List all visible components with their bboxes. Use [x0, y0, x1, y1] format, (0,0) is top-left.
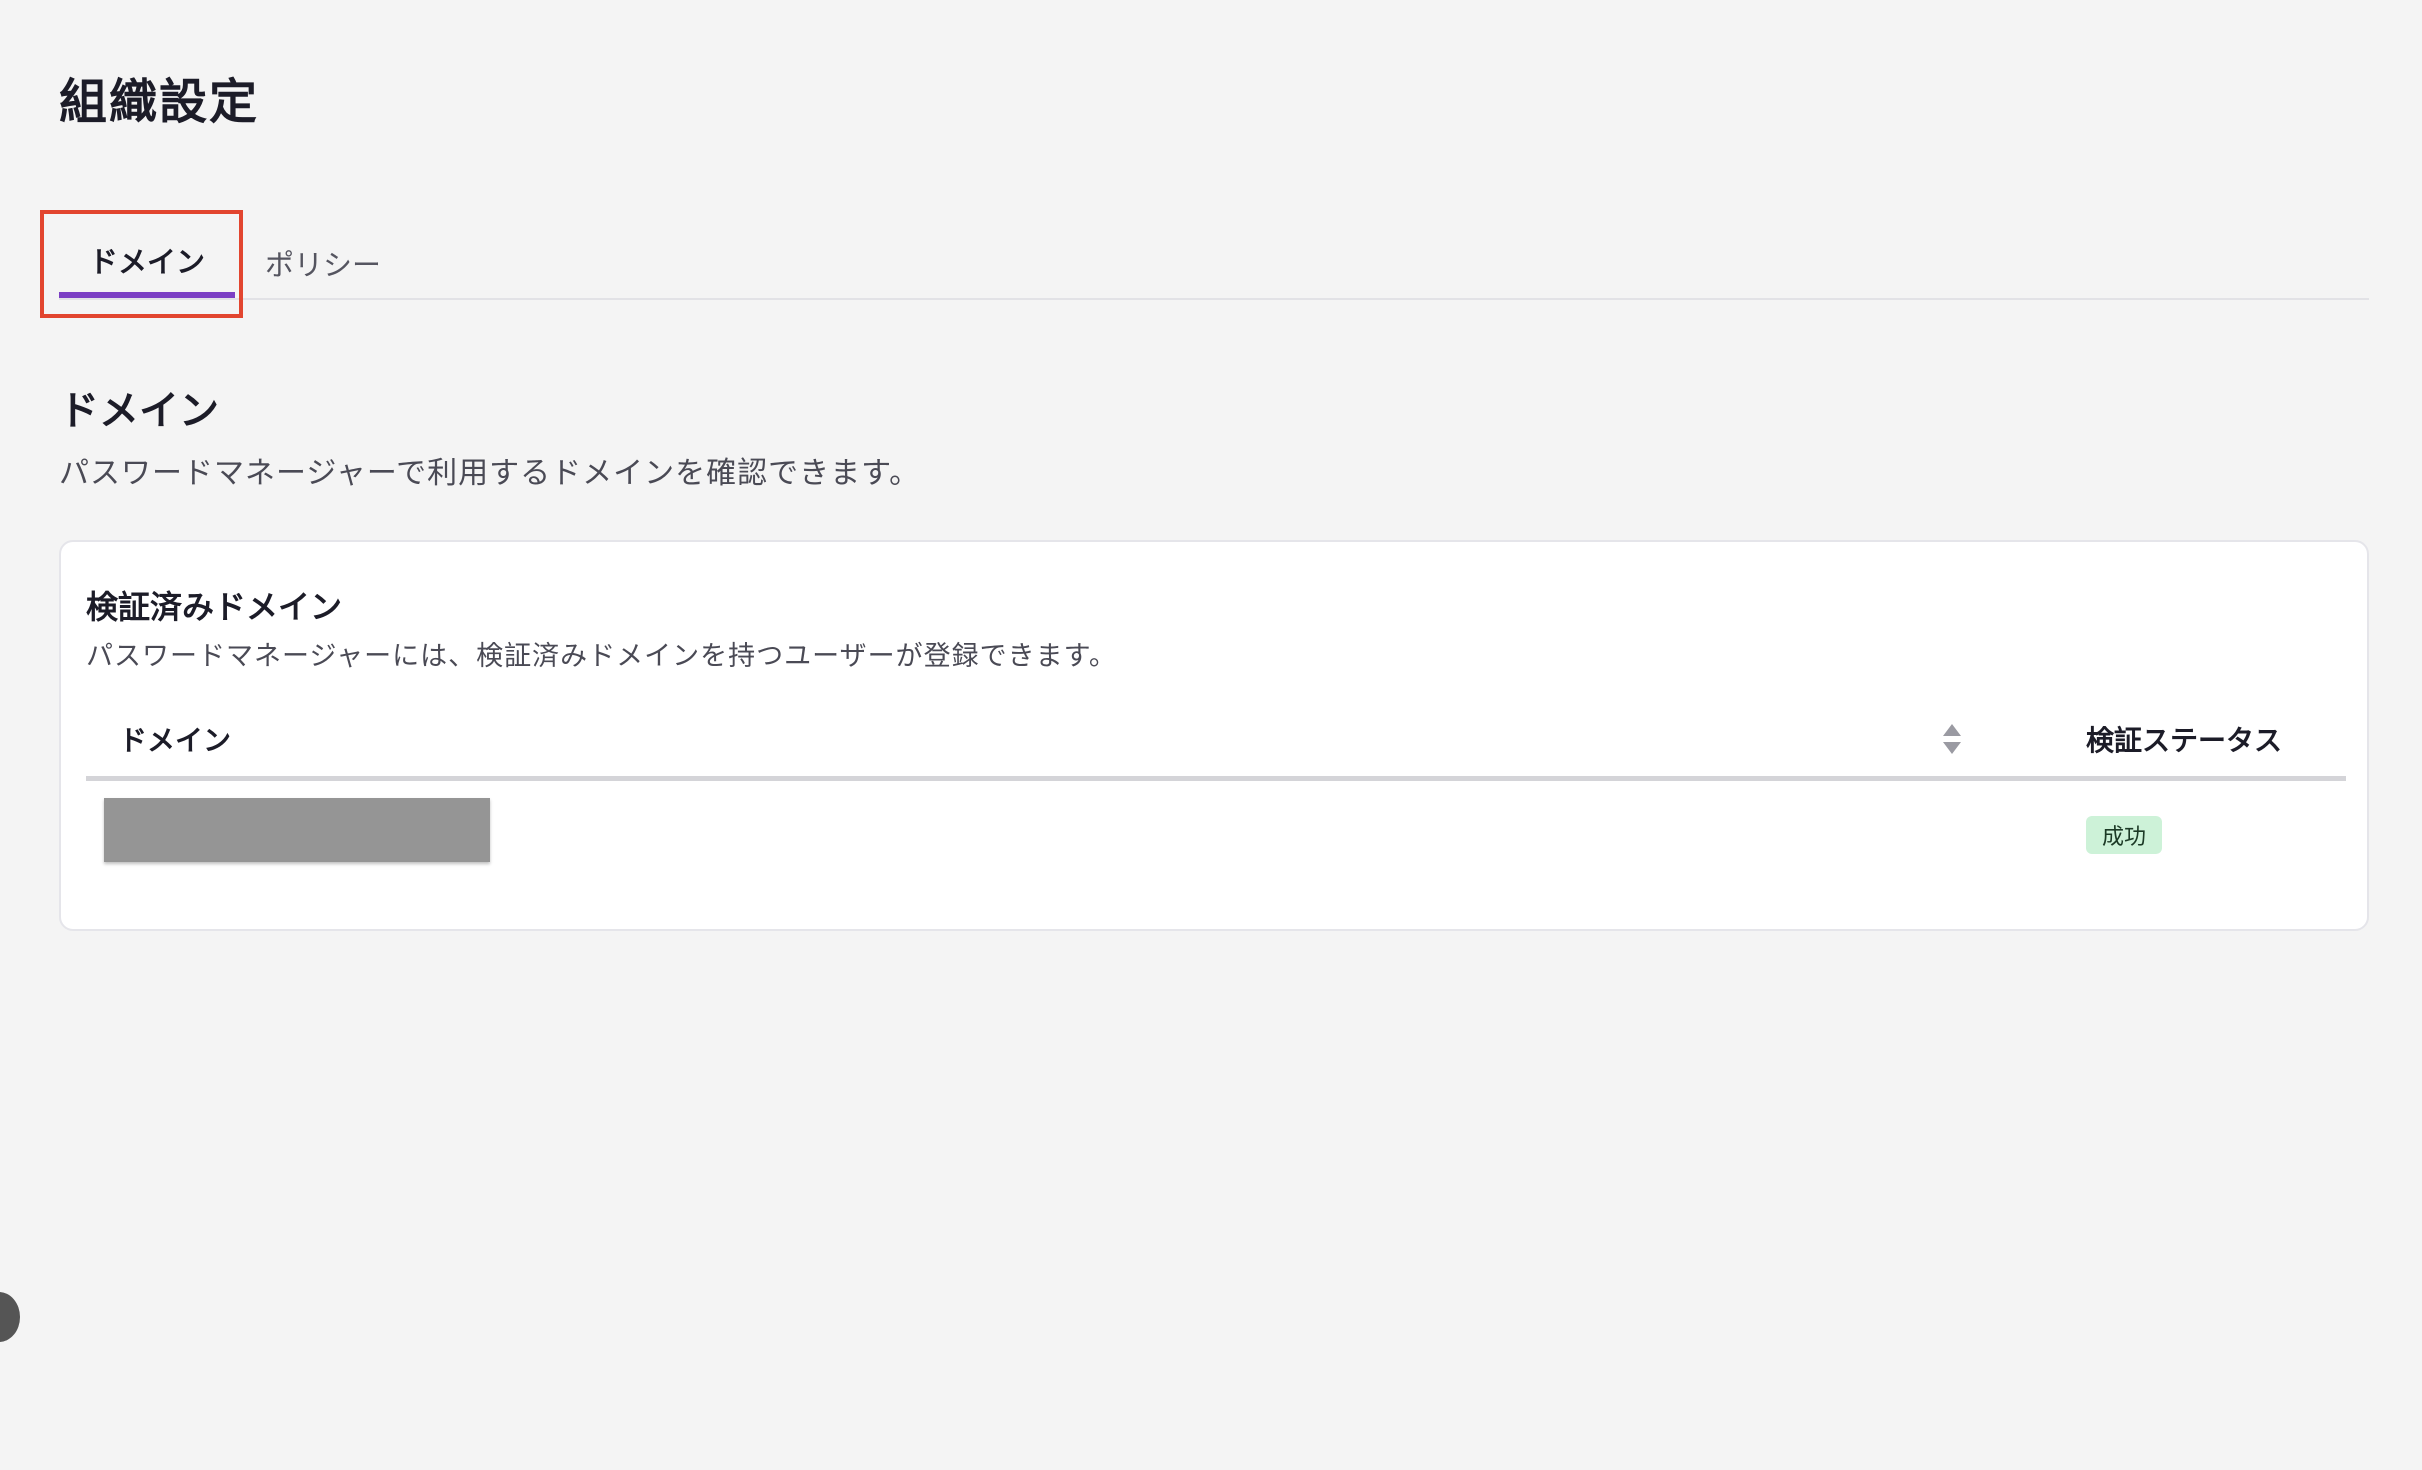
section-description: パスワードマネージャーで利用するドメインを確認できます。 — [59, 456, 921, 491]
floating-circle-button[interactable] — [0, 1292, 20, 1342]
card-title: 検証済みドメイン — [86, 588, 343, 626]
sort-icon[interactable] — [1941, 722, 1963, 756]
redacted-domain-value — [104, 798, 490, 862]
section-title: ドメイン — [59, 388, 219, 434]
table-row: 成功 — [86, 781, 2346, 881]
column-header-status: 検証ステータス — [2086, 724, 2283, 757]
column-header-domain: ドメイン — [119, 724, 232, 757]
card-description: パスワードマネージャーには、検証済みドメインを持つユーザーが登録できます。 — [86, 641, 1117, 672]
verified-domains-card: 検証済みドメイン パスワードマネージャーには、検証済みドメインを持つユーザーが登… — [59, 540, 2369, 931]
status-badge: 成功 — [2086, 816, 2163, 854]
tab-bar: ドメイン ポリシー — [59, 228, 2369, 300]
tab-domain[interactable]: ドメイン — [59, 228, 235, 298]
tab-policy[interactable]: ポリシー — [265, 228, 405, 298]
table-header: ドメイン 検証ステータス — [86, 702, 2346, 781]
page-title: 組織設定 — [59, 74, 260, 130]
domains-table: ドメイン 検証ステータス 成功 — [86, 702, 2346, 881]
